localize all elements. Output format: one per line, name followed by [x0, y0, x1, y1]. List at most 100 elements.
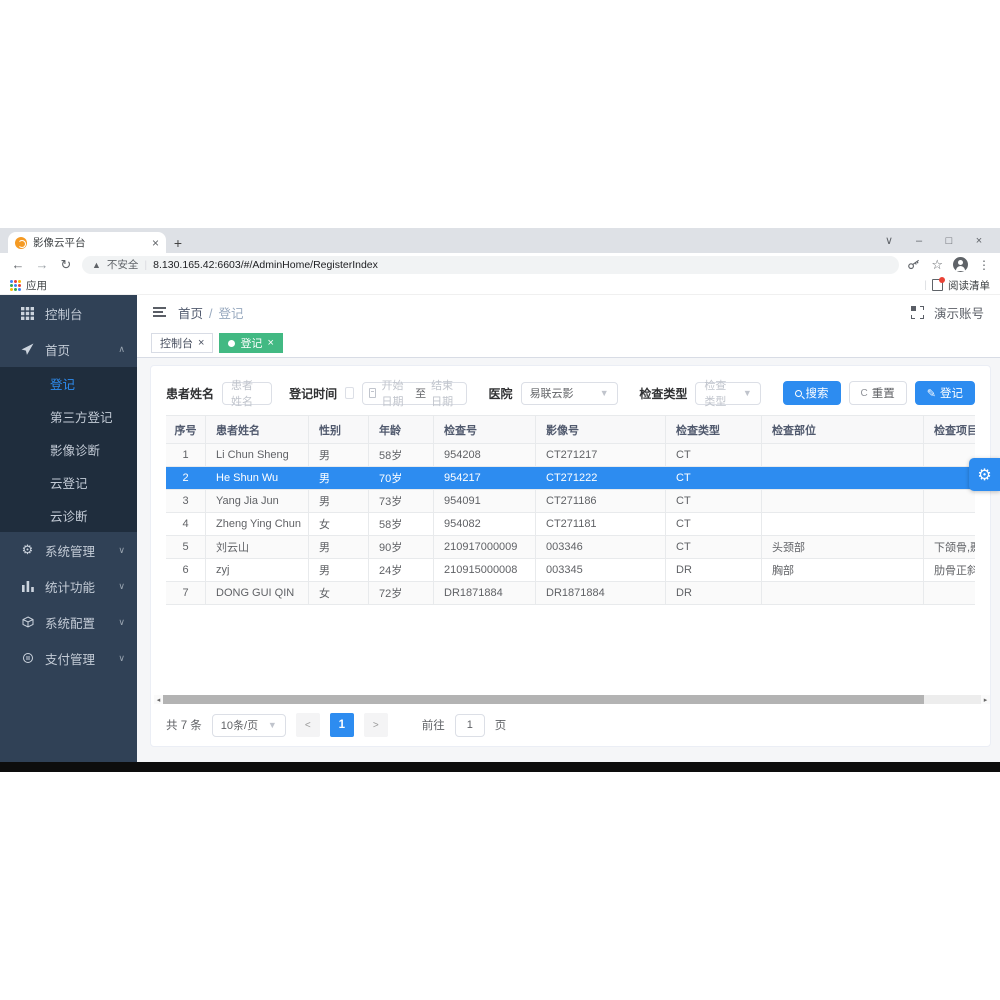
table-row[interactable]: 1 Li Chun Sheng 男 58岁 954208 CT271217 CT [166, 444, 975, 467]
sidebar-subitem-thirdparty-register[interactable]: 第三方登记 [0, 400, 137, 433]
main-area: 首页 / 登记 演示账号 控制台 × 登记 × 患者姓名 患者姓名 登记时间 开… [137, 295, 1000, 762]
tag-console[interactable]: 控制台 × [151, 333, 214, 353]
sidebar-item-payment[interactable]: 支付管理 ∨ [0, 640, 137, 676]
current-page-button[interactable]: 1 [329, 713, 354, 737]
date-range-input[interactable]: 开始日期 至 结束日期 [362, 380, 467, 408]
close-icon[interactable]: × [964, 235, 994, 247]
table-row[interactable]: 4 Zheng Ying Chun 女 58岁 954082 CT271181 CT [166, 513, 975, 536]
table-cell [924, 490, 975, 512]
sidebar-subitem-register[interactable]: 登记 [0, 367, 137, 400]
bookmarks-separator: | [924, 279, 927, 291]
next-page-button[interactable]: > [363, 713, 388, 737]
hospital-select[interactable]: 易联云影 ▼ [520, 381, 618, 405]
sidebar-item-stats[interactable]: 统计功能 ∨ [0, 568, 137, 604]
tag-close-icon[interactable]: × [198, 337, 204, 349]
end-date-placeholder: 结束日期 [431, 380, 454, 408]
table-cell: 5 [166, 536, 206, 558]
account-name[interactable]: 演示账号 [934, 303, 984, 322]
sidebar-subitem-cloud-diagnosis[interactable]: 云诊断 [0, 499, 137, 532]
sidebar-item-label: 首页 [45, 343, 71, 358]
window-controls: ∨ – □ × [874, 228, 994, 253]
sidebar-item-system-mgmt[interactable]: ⚙ 系统管理 ∨ [0, 532, 137, 568]
reading-list[interactable]: | 阅读清单 [924, 277, 990, 293]
table-cell: 6 [166, 559, 206, 581]
column-header: 年龄 [369, 416, 434, 443]
app-root: 控制台 首页 ∧ 登记 第三方登记 影像诊断 云登记 云诊断 ⚙ 系统管理 ∨ … [0, 295, 1000, 762]
table-cell: Zheng Ying Chun [206, 513, 309, 535]
settings-fab[interactable]: ⚙ [969, 458, 1000, 491]
page-size-select[interactable]: 10条/页 ▼ [211, 713, 286, 737]
sidebar-item-label: 系统配置 [45, 616, 96, 631]
patient-name-input[interactable]: 患者姓名 [222, 380, 272, 408]
browser-tab[interactable]: 影像云平台 × [8, 232, 166, 253]
chevron-down-icon: ∨ [118, 544, 125, 555]
table-row[interactable]: 2 He Shun Wu 男 70岁 954217 CT271222 CT [166, 467, 975, 490]
bookmark-star-icon[interactable]: ☆ [931, 257, 943, 273]
table-cell: 胸部 [762, 559, 924, 581]
tag-label: 登记 [240, 338, 263, 350]
key-icon[interactable] [907, 258, 921, 272]
sidebar-subitem-image-diagnosis[interactable]: 影像诊断 [0, 433, 137, 466]
profile-chevron-icon[interactable]: ∨ [874, 234, 904, 247]
reload-icon[interactable]: ↻ [58, 257, 74, 273]
goto-page-input[interactable]: 1 [454, 713, 485, 737]
table-cell [762, 582, 924, 604]
cube-icon [20, 616, 35, 628]
table-cell: 2 [166, 467, 206, 489]
scrollbar-track[interactable] [163, 695, 981, 704]
forward-icon[interactable]: → [34, 257, 50, 272]
horizontal-scrollbar[interactable]: ◂ ▸ [154, 695, 990, 704]
fullscreen-icon[interactable] [910, 305, 924, 319]
tag-close-icon[interactable]: × [267, 337, 273, 349]
new-tab-button[interactable]: + [166, 232, 190, 253]
sidebar-item-console[interactable]: 控制台 [0, 295, 137, 331]
sidebar-toggle-icon[interactable] [153, 306, 166, 318]
gear-icon: ⚙ [977, 466, 992, 484]
table-row[interactable]: 3 Yang Jia Jun 男 73岁 954091 CT271186 CT [166, 490, 975, 513]
sidebar-item-label: 系统管理 [45, 544, 96, 559]
edit-pencil-icon: ✎ [926, 387, 936, 400]
column-header: 检查号 [434, 416, 536, 443]
profile-avatar-icon[interactable] [953, 257, 968, 272]
search-button[interactable]: 搜索 [782, 381, 841, 405]
sidebar-item-home[interactable]: 首页 ∧ [0, 331, 137, 367]
breadcrumb-home[interactable]: 首页 [178, 307, 203, 321]
minimize-icon[interactable]: – [904, 235, 934, 247]
tag-register[interactable]: 登记 × [219, 333, 283, 353]
scroll-right-icon[interactable]: ▸ [981, 696, 990, 704]
table-cell: 肋骨正斜位 [934, 565, 975, 577]
tab-close-icon[interactable]: × [152, 237, 159, 249]
tag-view-row: 控制台 × 登记 × [137, 329, 1000, 358]
sidebar-item-label: 支付管理 [45, 652, 96, 667]
table-cell: CT271217 [536, 444, 666, 466]
table-row[interactable]: 6zyj男24岁210915000008003345DR胸部肋骨正斜位 [166, 559, 975, 582]
scroll-left-icon[interactable]: ◂ [154, 696, 163, 704]
patient-table: 序号 患者姓名 性别 年龄 检查号 影像号 检查类型 检查部位 检查项目 1 Li Chun Sh… [166, 416, 975, 605]
not-secure-warning-icon: ▲ [92, 259, 101, 270]
browser-menu-icon[interactable]: ⋮ [978, 258, 990, 272]
sidebar-item-label: 控制台 [45, 307, 83, 322]
sidebar-item-system-config[interactable]: 系统配置 ∨ [0, 604, 137, 640]
search-button-label: 搜索 [805, 388, 829, 400]
table-cell: DONG GUI QIN [206, 582, 309, 604]
apps-label[interactable]: 应用 [26, 278, 47, 293]
table-row[interactable]: 5刘云山男90岁210917000009003346CT头颈部下颌骨,颞骨冠 [166, 536, 975, 559]
table-row[interactable]: 7 DONG GUI QIN 女 72岁 DR1871884 DR1871884 DR [166, 582, 975, 605]
sidebar-subitem-cloud-register[interactable]: 云登记 [0, 466, 137, 499]
patient-table-wrap: 序号 患者姓名 性别 年龄 检查号 影像号 检查类型 检查部位 检查项目 1 Li Chun Sh… [166, 415, 975, 605]
reading-list-label: 阅读清单 [948, 279, 990, 292]
reset-button[interactable]: C 重置 [848, 381, 907, 405]
register-button[interactable]: ✎ 登记 [914, 381, 975, 405]
url-field[interactable]: ▲ 不安全 | 8.130.165.42:6603/#/AdminHome/Re… [82, 255, 900, 274]
scrollbar-thumb[interactable] [163, 695, 924, 704]
column-header: 患者姓名 [206, 416, 309, 443]
start-date-placeholder: 开始日期 [381, 380, 404, 408]
apps-grid-icon[interactable] [10, 279, 21, 291]
table-cell: 70岁 [369, 467, 434, 489]
exam-type-select[interactable]: 检查类型 ▼ [695, 380, 761, 408]
maximize-icon[interactable]: □ [934, 235, 964, 247]
table-cell: 954217 [434, 467, 536, 489]
prev-page-button[interactable]: < [295, 713, 320, 737]
register-time-checkbox[interactable] [345, 387, 355, 399]
back-icon[interactable]: ← [10, 257, 26, 272]
